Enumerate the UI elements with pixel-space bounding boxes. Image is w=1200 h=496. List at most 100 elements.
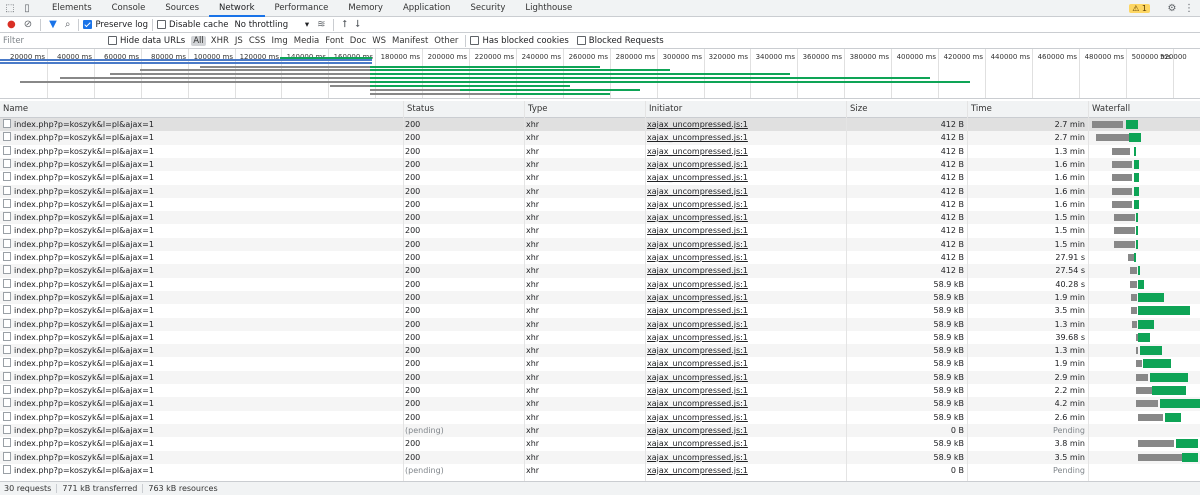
- tab-performance[interactable]: Performance: [265, 0, 339, 17]
- initiator-link[interactable]: xajax_uncompressed.js:1: [647, 437, 748, 450]
- table-row[interactable]: index.php?p=koszyk&l=pl&ajax=1 (pending) x…: [0, 423, 1200, 438]
- initiator-link[interactable]: xajax_uncompressed.js:1: [647, 278, 748, 291]
- table-row[interactable]: index.php?p=koszyk&l=pl&ajax=1 200 xhr xaja…: [0, 304, 1200, 317]
- initiator-link[interactable]: xajax_uncompressed.js:1: [647, 171, 748, 184]
- request-name[interactable]: index.php?p=koszyk&l=pl&ajax=1: [3, 131, 403, 144]
- tab-lighthouse[interactable]: Lighthouse: [515, 0, 582, 17]
- initiator-link[interactable]: xajax_uncompressed.js:1: [647, 185, 748, 198]
- table-row[interactable]: index.php?p=koszyk&l=pl&ajax=1 200 xhr xaja…: [0, 118, 1200, 132]
- timeline-overview[interactable]: 20000 ms 40000 ms 60000 ms 80000 ms 100000 m…: [0, 49, 1200, 99]
- filter-icon[interactable]: ▼: [49, 19, 57, 30]
- initiator-link[interactable]: xajax_uncompressed.js:1: [647, 211, 748, 224]
- initiator-link[interactable]: xajax_uncompressed.js:1: [647, 145, 748, 158]
- tab-security[interactable]: Security: [460, 0, 515, 17]
- initiator-link[interactable]: xajax_uncompressed.js:1: [647, 371, 748, 384]
- initiator-link[interactable]: xajax_uncompressed.js:1: [647, 304, 748, 317]
- column-header-waterfall[interactable]: Waterfall: [1088, 101, 1200, 118]
- initiator-link[interactable]: xajax_uncompressed.js:1: [647, 291, 748, 304]
- request-name[interactable]: index.php?p=koszyk&l=pl&ajax=1: [3, 397, 403, 410]
- initiator-link[interactable]: xajax_uncompressed.js:1: [647, 224, 748, 237]
- column-header-size[interactable]: Size: [846, 101, 967, 118]
- request-name[interactable]: index.php?p=koszyk&l=pl&ajax=1: [3, 118, 403, 131]
- request-name[interactable]: index.php?p=koszyk&l=pl&ajax=1: [3, 331, 403, 344]
- table-row[interactable]: index.php?p=koszyk&l=pl&ajax=1 200 xhr xaja…: [0, 224, 1200, 237]
- table-row[interactable]: index.php?p=koszyk&l=pl&ajax=1 200 xhr xaja…: [0, 131, 1200, 145]
- column-header-time[interactable]: Time: [967, 101, 1088, 118]
- table-row[interactable]: index.php?p=koszyk&l=pl&ajax=1 200 xhr xaja…: [0, 171, 1200, 184]
- table-row[interactable]: index.php?p=koszyk&l=pl&ajax=1 200 xhr xaja…: [0, 450, 1200, 464]
- more-options-icon[interactable]: ⋮: [1182, 2, 1196, 16]
- table-row[interactable]: index.php?p=koszyk&l=pl&ajax=1 200 xhr xaja…: [0, 278, 1200, 291]
- request-name[interactable]: index.php?p=koszyk&l=pl&ajax=1: [3, 464, 403, 477]
- request-name[interactable]: index.php?p=koszyk&l=pl&ajax=1: [3, 357, 403, 370]
- table-row[interactable]: index.php?p=koszyk&l=pl&ajax=1 200 xhr xaja…: [0, 264, 1200, 278]
- initiator-link[interactable]: xajax_uncompressed.js:1: [647, 331, 748, 344]
- type-filter-media[interactable]: Media: [291, 36, 323, 46]
- inspect-element-icon[interactable]: ⬚: [3, 1, 17, 15]
- request-name[interactable]: index.php?p=koszyk&l=pl&ajax=1: [3, 198, 403, 211]
- column-header-initiator[interactable]: Initiator: [645, 101, 846, 118]
- tab-elements[interactable]: Elements: [42, 0, 102, 17]
- table-row[interactable]: index.php?p=koszyk&l=pl&ajax=1 200 xhr xaja…: [0, 317, 1200, 331]
- request-name[interactable]: index.php?p=koszyk&l=pl&ajax=1: [3, 384, 403, 397]
- request-name[interactable]: index.php?p=koszyk&l=pl&ajax=1: [3, 211, 403, 224]
- table-row[interactable]: index.php?p=koszyk&l=pl&ajax=1 200 xhr xaja…: [0, 237, 1200, 251]
- request-name[interactable]: index.php?p=koszyk&l=pl&ajax=1: [3, 251, 403, 264]
- initiator-link[interactable]: xajax_uncompressed.js:1: [647, 318, 748, 331]
- table-row[interactable]: index.php?p=koszyk&l=pl&ajax=1 200 xhr xaja…: [0, 290, 1200, 305]
- type-filter-css[interactable]: CSS: [246, 36, 269, 46]
- request-name[interactable]: index.php?p=koszyk&l=pl&ajax=1: [3, 238, 403, 251]
- initiator-link[interactable]: xajax_uncompressed.js:1: [647, 251, 748, 264]
- table-row[interactable]: index.php?p=koszyk&l=pl&ajax=1 200 xhr xaja…: [0, 384, 1200, 397]
- initiator-link[interactable]: xajax_uncompressed.js:1: [647, 131, 748, 144]
- settings-gear-icon[interactable]: ⚙: [1165, 2, 1179, 16]
- initiator-link[interactable]: xajax_uncompressed.js:1: [647, 411, 748, 424]
- type-filter-ws[interactable]: WS: [369, 36, 389, 46]
- table-row[interactable]: index.php?p=koszyk&l=pl&ajax=1 200 xhr xaja…: [0, 198, 1200, 211]
- request-name[interactable]: index.php?p=koszyk&l=pl&ajax=1: [3, 158, 403, 171]
- column-header-name[interactable]: Name: [0, 101, 403, 118]
- checkbox-icon[interactable]: [157, 19, 167, 29]
- checkbox-icon[interactable]: [108, 35, 117, 45]
- table-row[interactable]: index.php?p=koszyk&l=pl&ajax=1 200 xhr xaja…: [0, 370, 1200, 384]
- table-row[interactable]: index.php?p=koszyk&l=pl&ajax=1 200 xhr xaja…: [0, 157, 1200, 172]
- tab-application[interactable]: Application: [393, 0, 461, 17]
- request-name[interactable]: index.php?p=koszyk&l=pl&ajax=1: [3, 344, 403, 357]
- record-icon[interactable]: ●: [7, 19, 16, 30]
- preserve-log-checkbox[interactable]: Preserve log: [83, 19, 148, 30]
- request-name[interactable]: index.php?p=koszyk&l=pl&ajax=1: [3, 437, 403, 450]
- table-row[interactable]: index.php?p=koszyk&l=pl&ajax=1 200 xhr xaja…: [0, 145, 1200, 158]
- hide-data-urls-checkbox[interactable]: Hide data URLs: [108, 35, 185, 46]
- table-row[interactable]: index.php?p=koszyk&l=pl&ajax=1 200 xhr xaja…: [0, 211, 1200, 225]
- request-name[interactable]: index.php?p=koszyk&l=pl&ajax=1: [3, 264, 403, 277]
- initiator-link[interactable]: xajax_uncompressed.js:1: [647, 397, 748, 410]
- checkbox-icon[interactable]: [576, 35, 586, 45]
- table-row[interactable]: index.php?p=koszyk&l=pl&ajax=1 200 xhr xaja…: [0, 397, 1200, 411]
- tab-memory[interactable]: Memory: [338, 0, 393, 17]
- column-header-status[interactable]: Status: [403, 101, 524, 118]
- request-name[interactable]: index.php?p=koszyk&l=pl&ajax=1: [3, 371, 403, 384]
- initiator-link[interactable]: xajax_uncompressed.js:1: [647, 198, 748, 211]
- table-row[interactable]: index.php?p=koszyk&l=pl&ajax=1 200 xhr xaja…: [0, 331, 1200, 344]
- request-name[interactable]: index.php?p=koszyk&l=pl&ajax=1: [3, 291, 403, 304]
- type-filter-manifest[interactable]: Manifest: [389, 36, 431, 46]
- initiator-link[interactable]: xajax_uncompressed.js:1: [647, 464, 748, 477]
- type-filter-js[interactable]: JS: [232, 36, 246, 46]
- filter-input[interactable]: Filter: [3, 36, 108, 46]
- throttling-select[interactable]: No throttling ▾: [234, 20, 309, 30]
- import-har-icon[interactable]: ⭡: [342, 19, 347, 30]
- request-name[interactable]: index.php?p=koszyk&l=pl&ajax=1: [3, 318, 403, 331]
- initiator-link[interactable]: xajax_uncompressed.js:1: [647, 158, 748, 171]
- initiator-link[interactable]: xajax_uncompressed.js:1: [647, 118, 748, 131]
- column-header-type[interactable]: Type: [524, 101, 645, 118]
- table-row[interactable]: index.php?p=koszyk&l=pl&ajax=1 200 xhr xaja…: [0, 437, 1200, 450]
- request-name[interactable]: index.php?p=koszyk&l=pl&ajax=1: [3, 304, 403, 317]
- request-name[interactable]: index.php?p=koszyk&l=pl&ajax=1: [3, 224, 403, 237]
- table-row[interactable]: index.php?p=koszyk&l=pl&ajax=1 200 xhr xaja…: [0, 251, 1200, 264]
- request-name[interactable]: index.php?p=koszyk&l=pl&ajax=1: [3, 278, 403, 291]
- clear-icon[interactable]: ⊘: [24, 19, 32, 30]
- type-filter-other[interactable]: Other: [431, 36, 461, 46]
- initiator-link[interactable]: xajax_uncompressed.js:1: [647, 238, 748, 251]
- table-row[interactable]: index.php?p=koszyk&l=pl&ajax=1 200 xhr xaja…: [0, 357, 1200, 370]
- tab-console[interactable]: Console: [102, 0, 156, 17]
